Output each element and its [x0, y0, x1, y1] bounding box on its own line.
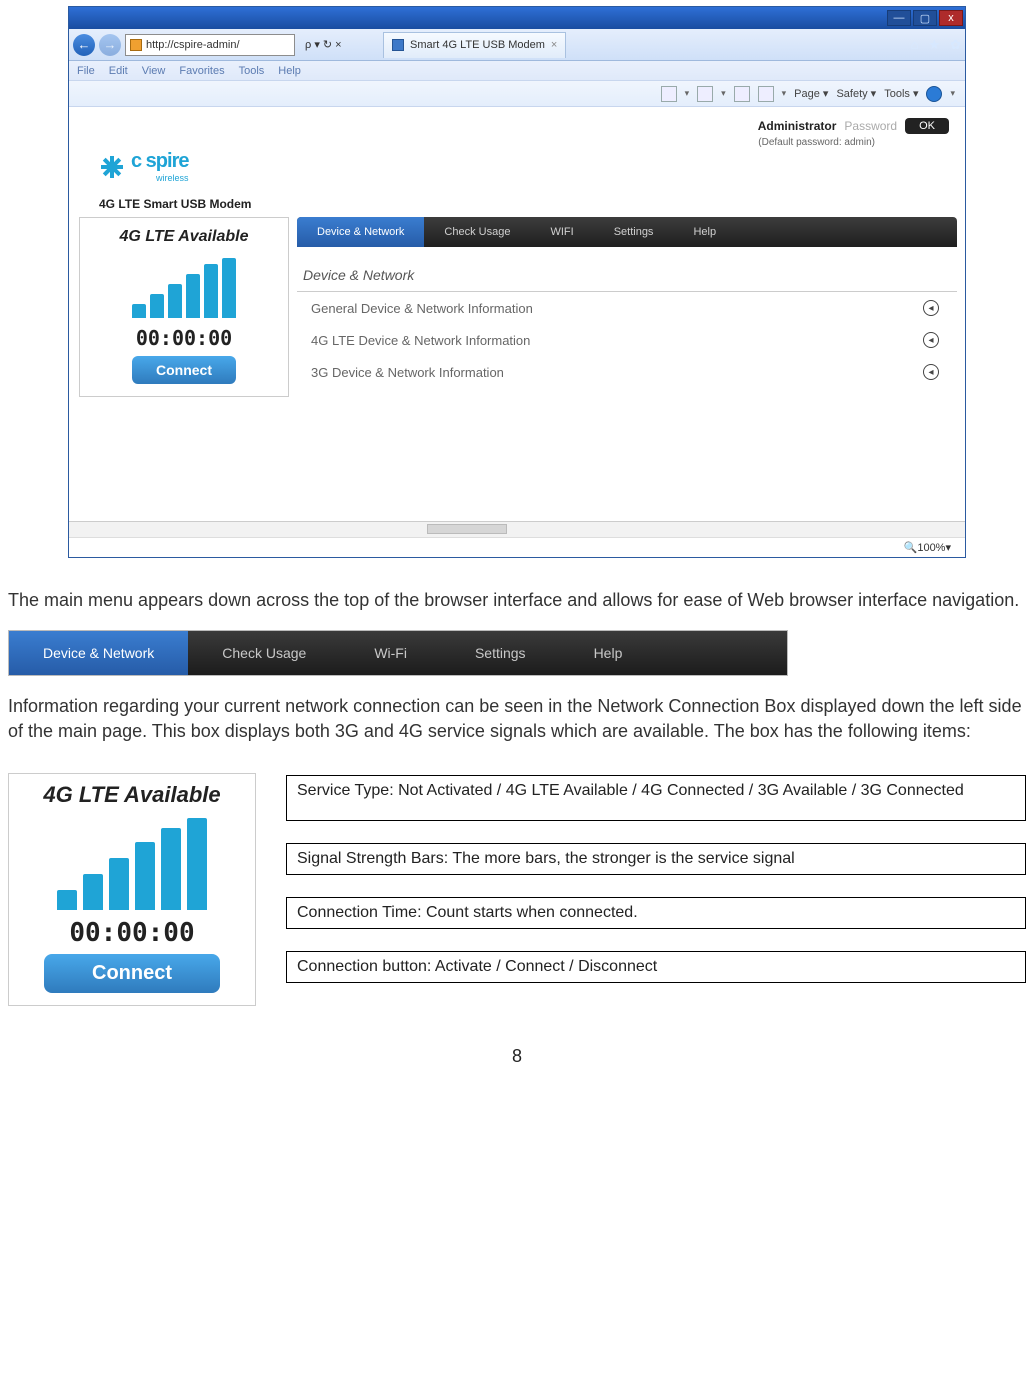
callout-layout: 4G LTE Available 00:00:00 Connect Servic… — [8, 773, 1026, 1006]
list-item[interactable]: 3G Device & Network Information ◂ — [297, 356, 957, 388]
modem-title: 4G LTE Smart USB Modem — [69, 187, 965, 217]
maximize-button[interactable]: ▢ — [913, 10, 937, 26]
section-title: Device & Network — [297, 247, 957, 291]
settings-icon[interactable]: ✿ — [950, 37, 961, 53]
admin-hint: (Default password: admin) — [69, 137, 965, 148]
page-content: Administrator Password OK (Default passw… — [69, 107, 965, 557]
tab-favicon — [392, 39, 404, 51]
menu-help[interactable]: Help — [278, 65, 301, 77]
list-item-label: 3G Device & Network Information — [311, 365, 504, 380]
zoom-footer[interactable]: 🔍 100% ▾ — [69, 537, 965, 557]
menu-file[interactable]: File — [77, 65, 95, 77]
tab-help[interactable]: Help — [673, 217, 736, 247]
url-text: http://cspire-admin/ — [146, 39, 240, 51]
body-paragraph: The main menu appears down across the to… — [8, 588, 1026, 612]
search-controls[interactable]: ρ ▾ ↻ × — [299, 34, 379, 56]
site-icon — [130, 39, 142, 51]
address-bar-row: ← → http://cspire-admin/ ρ ▾ ↻ × Smart 4… — [69, 29, 965, 61]
forward-button[interactable]: → — [99, 34, 121, 56]
list-item-label: 4G LTE Device & Network Information — [311, 333, 530, 348]
home-icon[interactable]: ⌂ — [911, 37, 919, 53]
tab-settings[interactable]: Settings — [594, 217, 674, 247]
menu-favorites[interactable]: Favorites — [179, 65, 224, 77]
admin-label: Administrator — [758, 119, 837, 133]
connection-status-title: 4G LTE Available — [120, 228, 249, 246]
signal-bars-large — [57, 820, 207, 910]
connect-button[interactable]: Connect — [132, 356, 236, 384]
print-tool-icon[interactable] — [758, 86, 774, 102]
nav-tabs-figure: Device & Network Check Usage Wi-Fi Setti… — [8, 630, 788, 676]
expand-icon[interactable]: ◂ — [923, 300, 939, 316]
browser-window: — ▢ x ← → http://cspire-admin/ ρ ▾ ↻ × S… — [68, 6, 966, 558]
minimize-button[interactable]: — — [887, 10, 911, 26]
fig-tab-device-network: Device & Network — [9, 631, 188, 675]
fig-tab-settings: Settings — [441, 631, 560, 675]
expand-icon[interactable]: ◂ — [923, 364, 939, 380]
body-paragraph: Information regarding your current netwo… — [8, 694, 1026, 743]
tab-title: Smart 4G LTE USB Modem — [410, 39, 545, 51]
list-item[interactable]: General Device & Network Information ◂ — [297, 292, 957, 324]
list-item-label: General Device & Network Information — [311, 301, 533, 316]
tab-wifi[interactable]: WIFI — [530, 217, 593, 247]
admin-password-placeholder[interactable]: Password — [844, 119, 897, 133]
admin-ok-button[interactable]: OK — [905, 118, 949, 134]
callout-connection-time: Connection Time: Count starts when conne… — [286, 897, 1026, 929]
connection-status-title-large: 4G LTE Available — [43, 782, 220, 808]
fig-tab-help: Help — [560, 631, 657, 675]
menu-tools[interactable]: Tools — [239, 65, 265, 77]
toolbar-page[interactable]: Page ▾ — [794, 87, 828, 100]
connection-timer-large: 00:00:00 — [69, 918, 194, 948]
menu-view[interactable]: View — [142, 65, 166, 77]
back-button[interactable]: ← — [73, 34, 95, 56]
expand-icon[interactable]: ◂ — [923, 332, 939, 348]
title-right-icons: ⌂ ★ ✿ — [911, 37, 961, 53]
brand-logo: c spire wireless — [99, 150, 188, 183]
favorites-icon[interactable]: ★ — [928, 37, 940, 53]
mail-tool-icon[interactable] — [734, 86, 750, 102]
menu-edit[interactable]: Edit — [109, 65, 128, 77]
callout-service-type: Service Type: Not Activated / 4G LTE Ava… — [286, 775, 1026, 821]
callouts-column: Service Type: Not Activated / 4G LTE Ava… — [286, 773, 1026, 983]
horizontal-scrollbar[interactable] — [69, 521, 965, 537]
home-tool-icon[interactable] — [661, 86, 677, 102]
connect-button-large[interactable]: Connect — [44, 954, 220, 993]
fig-tab-check-usage: Check Usage — [188, 631, 340, 675]
admin-login-row: Administrator Password OK — [69, 107, 965, 137]
menubar: File Edit View Favorites Tools Help — [69, 61, 965, 81]
brand-starburst-icon — [99, 154, 125, 180]
toolbar-tools[interactable]: Tools ▾ — [884, 87, 918, 100]
callout-signal-bars: Signal Strength Bars: The more bars, the… — [286, 843, 1026, 875]
url-field[interactable]: http://cspire-admin/ — [125, 34, 295, 56]
page-number: 8 — [6, 1046, 1028, 1067]
fig-tab-wifi: Wi-Fi — [340, 631, 441, 675]
command-bar: ▾ ▾ ▾ Page ▾ Safety ▾ Tools ▾ ▾ — [69, 81, 965, 107]
tab-close-icon[interactable]: × — [551, 39, 557, 51]
help-tool-icon[interactable] — [926, 86, 942, 102]
tab-check-usage[interactable]: Check Usage — [424, 217, 530, 247]
window-titlebar: — ▢ x — [69, 7, 965, 29]
callout-connection-button: Connection button: Activate / Connect / … — [286, 951, 1026, 983]
list-item[interactable]: 4G LTE Device & Network Information ◂ — [297, 324, 957, 356]
signal-bars — [132, 258, 236, 318]
brand-row: c spire wireless — [69, 148, 965, 187]
brand-sub: wireless — [131, 173, 188, 183]
browser-tab[interactable]: Smart 4G LTE USB Modem × — [383, 32, 566, 58]
connection-box-large: 4G LTE Available 00:00:00 Connect — [8, 773, 256, 1006]
toolbar-safety[interactable]: Safety ▾ — [836, 87, 876, 100]
connection-timer: 00:00:00 — [136, 326, 232, 350]
feeds-tool-icon[interactable] — [697, 86, 713, 102]
section-list: General Device & Network Information ◂ 4… — [297, 291, 957, 388]
close-window-button[interactable]: x — [939, 10, 963, 26]
tab-device-network[interactable]: Device & Network — [297, 217, 424, 247]
connection-box: 4G LTE Available 00:00:00 Connect — [79, 217, 289, 397]
brand-name: c spire — [131, 150, 188, 172]
main-nav-tabs: Device & Network Check Usage WIFI Settin… — [297, 217, 957, 247]
